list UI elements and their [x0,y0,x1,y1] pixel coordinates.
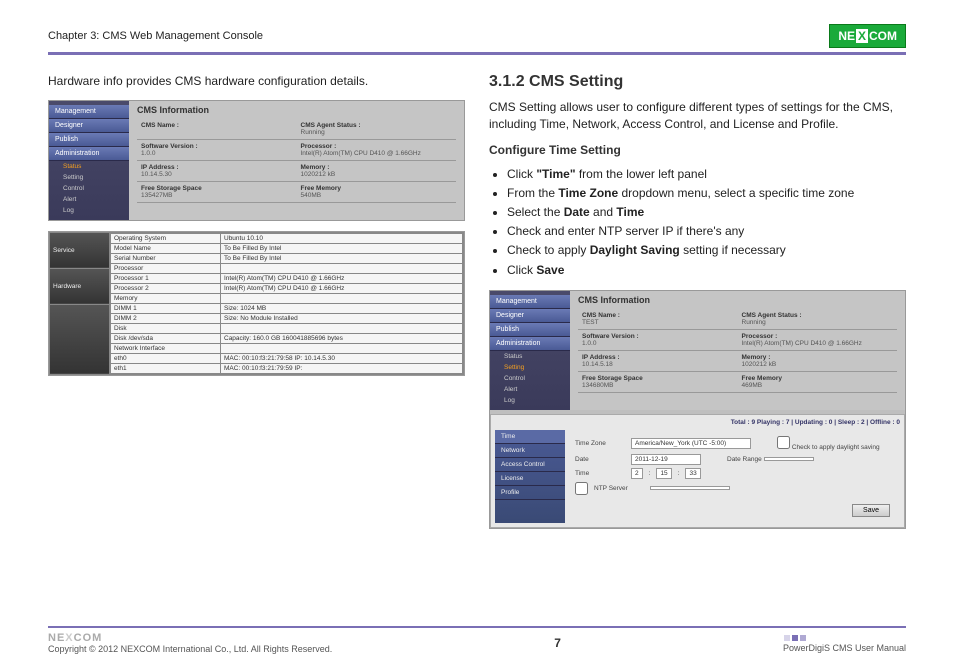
ntp-input[interactable] [650,486,730,490]
date-range-input[interactable] [764,457,814,461]
intro-text: Hardware info provides CMS hardware conf… [48,73,465,90]
table-row: Disk [111,323,463,333]
subsection-heading: Configure Time Setting [489,143,906,157]
page-header: Chapter 3: CMS Web Management Console NE… [48,24,906,55]
screenshot-cms-info: Management Designer Publish Administrati… [48,100,465,221]
hw-tab-hardware[interactable]: Hardware [50,268,110,304]
info-cell: Software Version :1.0.0 [578,330,738,351]
sub2-setting[interactable]: Setting [490,362,570,373]
table-row: Processor 2Intel(R) Atom(TM) CPU D410 @ … [111,283,463,293]
info-cell: Software Version :1.0.0 [137,140,297,161]
table-row: Disk /dev/sdaCapacity: 160.0 GB 16004188… [111,333,463,343]
footer-decoration [783,633,807,643]
table-row: Network Interface [111,343,463,353]
screenshot-hardware: ServiceOperating SystemUbuntu 10.10Model… [48,231,465,376]
date-label: Date [575,456,625,463]
tab-network[interactable]: Network [495,444,565,458]
table-row: Serial NumberTo Be Filled By Intel [111,253,463,263]
sub-log[interactable]: Log [49,205,129,216]
tab-time[interactable]: Time [495,430,565,444]
table-row: Processor 1Intel(R) Atom(TM) CPU D410 @ … [111,273,463,283]
ss2-title: CMS Information [578,295,897,305]
list-item: Check and enter NTP server IP if there's… [507,222,906,241]
list-item: From the Time Zone dropdown menu, select… [507,184,906,203]
chapter-title: Chapter 3: CMS Web Management Console [48,30,263,42]
ntp-label: NTP Server [594,485,644,492]
sub2-alert[interactable]: Alert [490,384,570,395]
nexcom-logo: NEXCOM [829,24,906,48]
sub2-log[interactable]: Log [490,395,570,406]
sub-alert[interactable]: Alert [49,194,129,205]
tab-license[interactable]: License [495,472,565,486]
time-h[interactable]: 2 [631,468,643,479]
screenshot-cms-setting: Management Designer Publish Administrati… [489,290,906,529]
sub2-status[interactable]: Status [490,351,570,362]
nav-administration[interactable]: Administration [49,147,129,161]
info-cell: Memory :1020212 kB [297,161,457,182]
time-label: Time [575,470,625,477]
nav2-publish[interactable]: Publish [490,323,570,337]
info-cell: CMS Agent Status :Running [738,309,898,330]
info-cell: Free Storage Space135427MB [137,182,297,203]
list-item: Click "Time" from the lower left panel [507,165,906,184]
info-cell: IP Address :10.14.5.18 [578,351,738,372]
sub-control[interactable]: Control [49,183,129,194]
footer-logo: NEXCOM [48,632,332,644]
timezone-select[interactable]: America/New_York (UTC -5:00) [631,438,751,449]
list-item: Click Save [507,261,906,280]
info-cell: Free Memory469MB [738,372,898,393]
page-number: 7 [554,636,561,650]
info-cell: Processor :Intel(R) Atom(TM) CPU D410 @ … [297,140,457,161]
stats-bar: Total : 9 Playing : 7 | Updating : 0 | S… [495,419,900,426]
ss1-title: CMS Information [137,105,456,115]
nav-management[interactable]: Management [49,105,129,119]
instruction-list: Click "Time" from the lower left panelFr… [489,165,906,280]
table-row: DIMM 2Size: No Module Installed [111,313,463,323]
nav2-designer[interactable]: Designer [490,309,570,323]
info-cell: Free Memory540MB [297,182,457,203]
ss1-sidebar: Management Designer Publish Administrati… [49,101,129,220]
sub-setting[interactable]: Setting [49,172,129,183]
table-row: eth0MAC: 00:10:f3:21:79:58 IP: 10.14.5.3… [111,353,463,363]
tz-label: Time Zone [575,440,625,447]
nav2-administration[interactable]: Administration [490,337,570,351]
table-row: Memory [111,293,463,303]
info-cell: IP Address :10.14.5.30 [137,161,297,182]
info-cell: CMS Name : [137,119,297,140]
list-item: Check to apply Daylight Saving setting i… [507,241,906,260]
list-item: Select the Date and Time [507,203,906,222]
save-button[interactable]: Save [852,504,890,517]
sub-status[interactable]: Status [49,161,129,172]
date-input[interactable]: 2011-12-19 [631,454,701,465]
date-range-label: Date Range [727,456,762,463]
section-para: CMS Setting allows user to configure dif… [489,99,906,133]
hw-tab-service[interactable]: Service [50,232,110,268]
section-heading: 3.1.2 CMS Setting [489,73,906,91]
nav-publish[interactable]: Publish [49,133,129,147]
nav2-management[interactable]: Management [490,295,570,309]
manual-name: PowerDigiS CMS User Manual [783,643,906,653]
daylight-checkbox[interactable] [777,436,790,449]
table-row: Operating SystemUbuntu 10.10 [111,233,463,243]
table-row: eth1MAC: 00:10:f3:21:79:59 IP: [111,363,463,373]
ntp-checkbox[interactable] [575,482,588,495]
time-m[interactable]: 15 [656,468,671,479]
table-row: DIMM 1Size: 1024 MB [111,303,463,313]
info-cell: CMS Name :TEST [578,309,738,330]
info-cell: CMS Agent Status :Running [297,119,457,140]
info-cell: Free Storage Space134680MB [578,372,738,393]
copyright: Copyright © 2012 NEXCOM International Co… [48,644,332,654]
right-column: 3.1.2 CMS Setting CMS Setting allows use… [489,73,906,539]
sub2-control[interactable]: Control [490,373,570,384]
nav-designer[interactable]: Designer [49,119,129,133]
tab-profile[interactable]: Profile [495,486,565,500]
time-s[interactable]: 33 [685,468,700,479]
table-row: Model NameTo Be Filled By Intel [111,243,463,253]
table-row: Processor [111,263,463,273]
info-cell: Processor :Intel(R) Atom(TM) CPU D410 @ … [738,330,898,351]
page-footer: NEXCOM Copyright © 2012 NEXCOM Internati… [48,626,906,654]
tab-access-control[interactable]: Access Control [495,458,565,472]
left-column: Hardware info provides CMS hardware conf… [48,73,465,539]
info-cell: Memory :1020212 kB [738,351,898,372]
